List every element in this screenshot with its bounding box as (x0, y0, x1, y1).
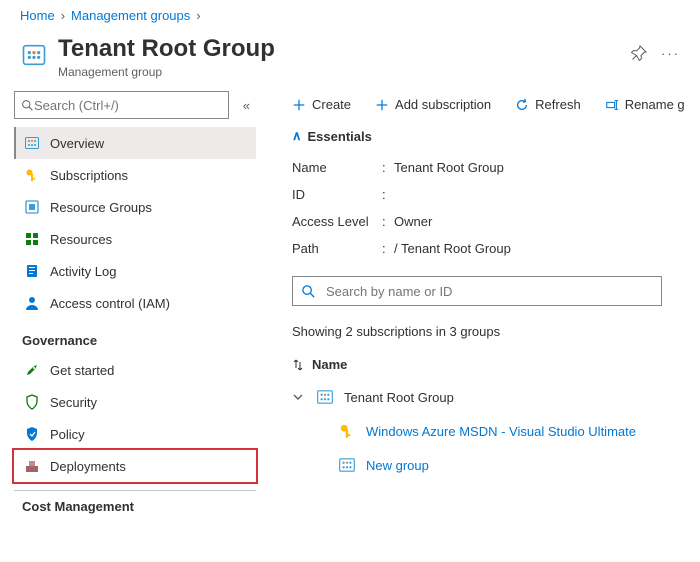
tree-row-subscription[interactable]: Windows Azure MSDN - Visual Studio Ultim… (292, 414, 700, 448)
field-value: Tenant Root Group (394, 160, 504, 175)
essentials-row-path: Path: / Tenant Root Group (292, 235, 700, 262)
shield-icon (24, 394, 40, 410)
refresh-button[interactable]: Refresh (515, 97, 581, 112)
person-icon (24, 295, 40, 311)
field-label: Path (292, 241, 382, 256)
toolbar: Create Add subscription Refresh Rename g (292, 91, 700, 124)
field-value: Owner (394, 214, 432, 229)
nav-activity-log[interactable]: Activity Log (14, 255, 256, 287)
grid-icon (24, 231, 40, 247)
nav-label: Deployments (50, 459, 126, 474)
nav-label: Policy (50, 427, 85, 442)
chevron-down-icon[interactable] (292, 391, 306, 403)
button-label: Rename g (625, 97, 685, 112)
collapse-sidebar-button[interactable]: « (237, 98, 256, 113)
breadcrumb-home[interactable]: Home (20, 8, 55, 23)
filter-search[interactable] (292, 276, 662, 306)
column-header-name[interactable]: Name (292, 349, 700, 380)
nav-label: Resource Groups (50, 200, 152, 215)
search-icon (21, 99, 34, 112)
button-label: Add subscription (395, 97, 491, 112)
nav-label: Get started (50, 363, 114, 378)
key-icon (338, 422, 356, 440)
nav-header-governance: Governance (14, 319, 256, 354)
sidebar-search-input[interactable] (34, 98, 222, 113)
search-icon (301, 284, 316, 299)
nav-label: Resources (50, 232, 112, 247)
nav-policy[interactable]: Policy (14, 418, 256, 450)
field-value: / Tenant Root Group (394, 241, 511, 256)
tree-row-group[interactable]: New group (292, 448, 700, 482)
column-label: Name (312, 357, 347, 372)
create-button[interactable]: Create (292, 97, 351, 112)
field-label: Access Level (292, 214, 382, 229)
field-label: ID (292, 187, 382, 202)
management-group-icon (316, 388, 334, 406)
add-subscription-button[interactable]: Add subscription (375, 97, 491, 112)
page-subtitle: Management group (58, 65, 275, 79)
page-title: Tenant Root Group (58, 35, 275, 63)
sidebar-search[interactable] (14, 91, 229, 119)
policy-icon (24, 426, 40, 442)
chevron-right-icon: › (61, 8, 65, 23)
main-content: Create Add subscription Refresh Rename g… (262, 91, 700, 562)
essentials-label: Essentials (308, 129, 372, 144)
deployments-icon (24, 458, 40, 474)
breadcrumb: Home › Management groups › (0, 0, 700, 31)
breadcrumb-management-groups[interactable]: Management groups (71, 8, 190, 23)
results-summary: Showing 2 subscriptions in 3 groups (292, 306, 700, 349)
log-icon (24, 263, 40, 279)
group-link[interactable]: New group (366, 458, 429, 473)
nav-label: Access control (IAM) (50, 296, 170, 311)
more-icon[interactable]: ··· (661, 46, 680, 61)
nav-deployments[interactable]: Deployments (14, 450, 256, 482)
nav-security[interactable]: Security (14, 386, 256, 418)
button-label: Refresh (535, 97, 581, 112)
essentials-row-name: Name: Tenant Root Group (292, 154, 700, 181)
nav-resource-groups[interactable]: Resource Groups (14, 191, 256, 223)
rename-button[interactable]: Rename g (605, 97, 685, 112)
rocket-icon (24, 362, 40, 378)
management-group-icon (24, 135, 40, 151)
nav-label: Subscriptions (50, 168, 128, 183)
tree-row-root[interactable]: Tenant Root Group (292, 380, 700, 414)
essentials-row-id: ID: (292, 181, 700, 208)
essentials-row-access: Access Level: Owner (292, 208, 700, 235)
nav-label: Overview (50, 136, 104, 151)
nav-label: Activity Log (50, 264, 116, 279)
nav-access-control[interactable]: Access control (IAM) (14, 287, 256, 319)
essentials-toggle[interactable]: ∧ Essentials (292, 124, 700, 154)
key-icon (24, 167, 40, 183)
management-group-icon (338, 456, 356, 474)
nav-overview[interactable]: Overview (14, 127, 256, 159)
nav-get-started[interactable]: Get started (14, 354, 256, 386)
filter-input[interactable] (316, 284, 653, 299)
subscription-link[interactable]: Windows Azure MSDN - Visual Studio Ultim… (366, 424, 636, 439)
management-group-icon (20, 41, 48, 69)
nav-header-cost: Cost Management (14, 490, 256, 520)
sidebar: « Overview Subscriptions Resource Groups… (0, 91, 262, 562)
sort-icon (292, 359, 304, 371)
chevron-right-icon: › (196, 8, 200, 23)
field-label: Name (292, 160, 382, 175)
nav-subscriptions[interactable]: Subscriptions (14, 159, 256, 191)
nav-label: Security (50, 395, 97, 410)
button-label: Create (312, 97, 351, 112)
pin-icon[interactable] (631, 45, 647, 61)
chevron-up-icon: ∧ (292, 128, 302, 144)
page-header: Tenant Root Group Management group ··· (0, 31, 700, 91)
tree-item-label: Tenant Root Group (344, 390, 454, 405)
nav-resources[interactable]: Resources (14, 223, 256, 255)
resource-group-icon (24, 199, 40, 215)
